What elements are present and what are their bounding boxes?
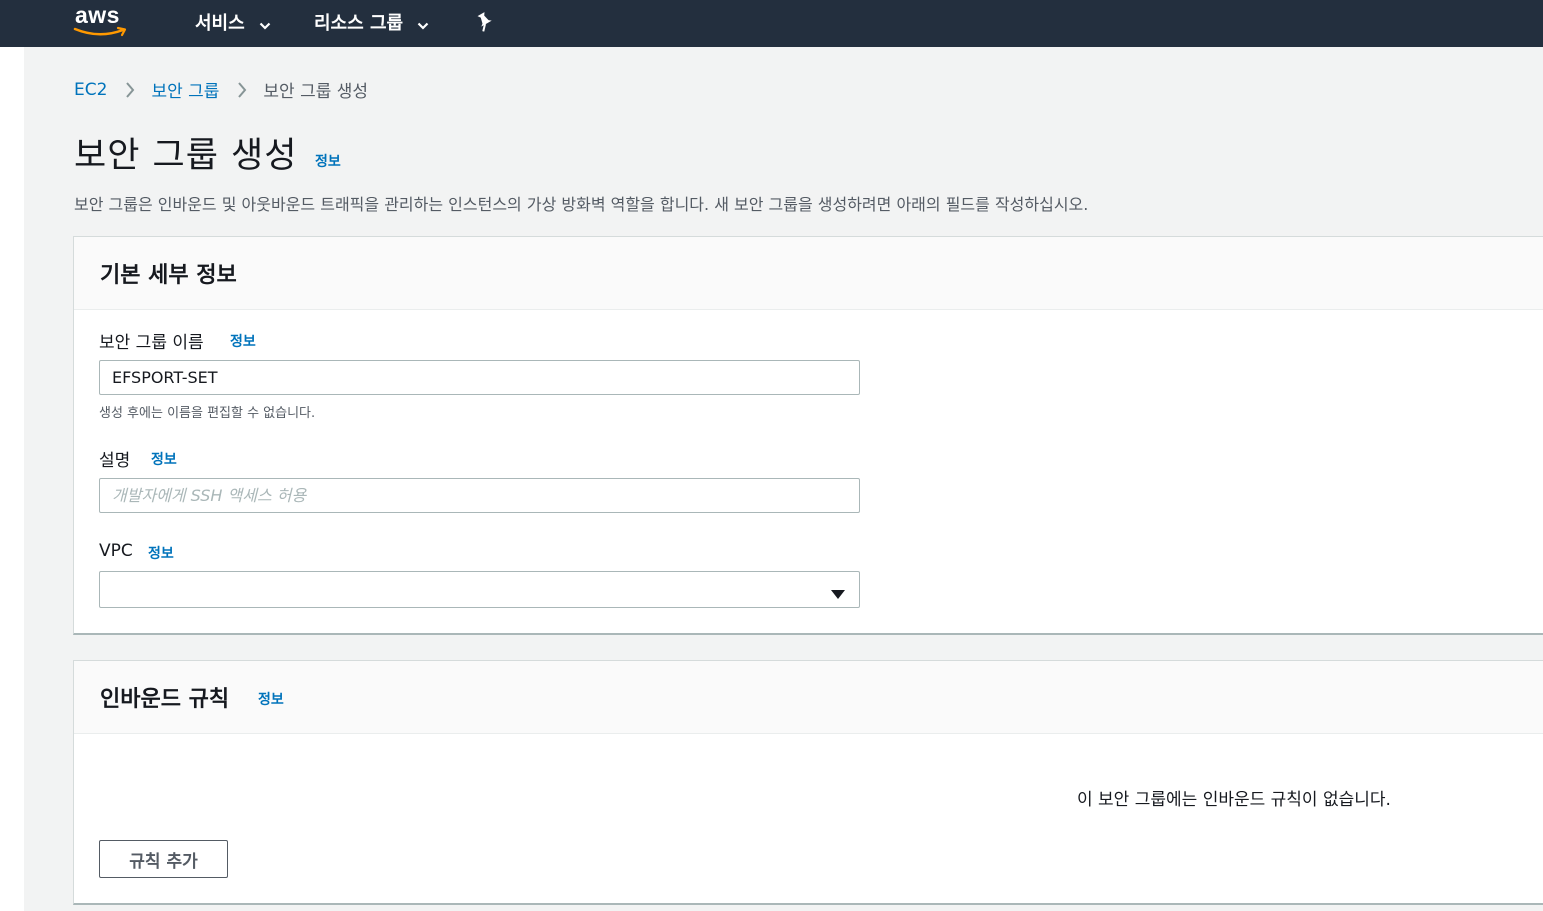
basic-details-header: 기본 세부 정보 <box>74 237 1543 310</box>
services-label: 서비스 <box>195 13 245 34</box>
inbound-rules-title: 인바운드 규칙 <box>100 687 230 712</box>
security-group-name-hint: 생성 후에는 이름을 편집할 수 없습니다. <box>99 406 316 421</box>
description-info-link[interactable]: 정보 <box>151 449 177 469</box>
page-description: 보안 그룹은 인바운드 및 아웃바운드 트래픽을 관리하는 인스턴스의 가상 방… <box>74 195 1089 214</box>
aws-smile-icon <box>73 26 127 37</box>
security-group-name-info-link[interactable]: 정보 <box>230 331 256 351</box>
main-content: EC2 보안 그룹 보안 그룹 생성 보안 그룹 생성 정보 보안 그룹은 인바… <box>24 47 1543 911</box>
chevron-right-icon <box>125 81 135 99</box>
resource-groups-label: 리소스 그룹 <box>314 13 404 34</box>
services-menu[interactable]: 서비스 <box>195 9 271 35</box>
description-label: 설명 <box>99 451 131 471</box>
breadcrumb-create-security-group: 보안 그룹 생성 <box>263 82 369 102</box>
chevron-down-icon <box>259 14 271 35</box>
security-group-name-input[interactable] <box>99 360 860 395</box>
chevron-right-icon <box>237 81 247 99</box>
top-navigation-bar: aws 서비스 리소스 그룹 <box>0 0 1543 47</box>
aws-logo[interactable]: aws <box>75 2 120 29</box>
description-input[interactable] <box>99 478 860 513</box>
page-info-link[interactable]: 정보 <box>315 151 341 171</box>
breadcrumb-ec2[interactable]: EC2 <box>74 80 107 100</box>
page-title: 보안 그룹 생성 <box>74 136 298 176</box>
vpc-label: VPC <box>99 541 133 561</box>
breadcrumb-security-groups[interactable]: 보안 그룹 <box>151 77 219 102</box>
inbound-rules-info-link[interactable]: 정보 <box>258 689 284 709</box>
security-group-name-label: 보안 그룹 이름 <box>99 333 204 353</box>
vpc-info-link[interactable]: 정보 <box>148 543 174 563</box>
caret-down-icon <box>831 585 845 604</box>
basic-details-title: 기본 세부 정보 <box>100 263 237 288</box>
inbound-rules-header: 인바운드 규칙 정보 <box>74 661 1543 734</box>
basic-details-panel: 기본 세부 정보 보안 그룹 이름 정보 생성 후에는 이름을 편집할 수 없습… <box>73 236 1543 635</box>
breadcrumb: EC2 보안 그룹 보안 그룹 생성 <box>74 77 369 103</box>
vpc-select[interactable] <box>99 571 860 608</box>
inbound-rules-empty-message: 이 보안 그룹에는 인바운드 규칙이 없습니다. <box>1077 790 1391 810</box>
pin-icon[interactable] <box>476 12 494 36</box>
inbound-rules-panel: 인바운드 규칙 정보 이 보안 그룹에는 인바운드 규칙이 없습니다. 규칙 추… <box>73 660 1543 905</box>
add-rule-button[interactable]: 규칙 추가 <box>99 840 228 878</box>
chevron-down-icon <box>417 14 429 35</box>
resource-groups-menu[interactable]: 리소스 그룹 <box>314 9 429 35</box>
